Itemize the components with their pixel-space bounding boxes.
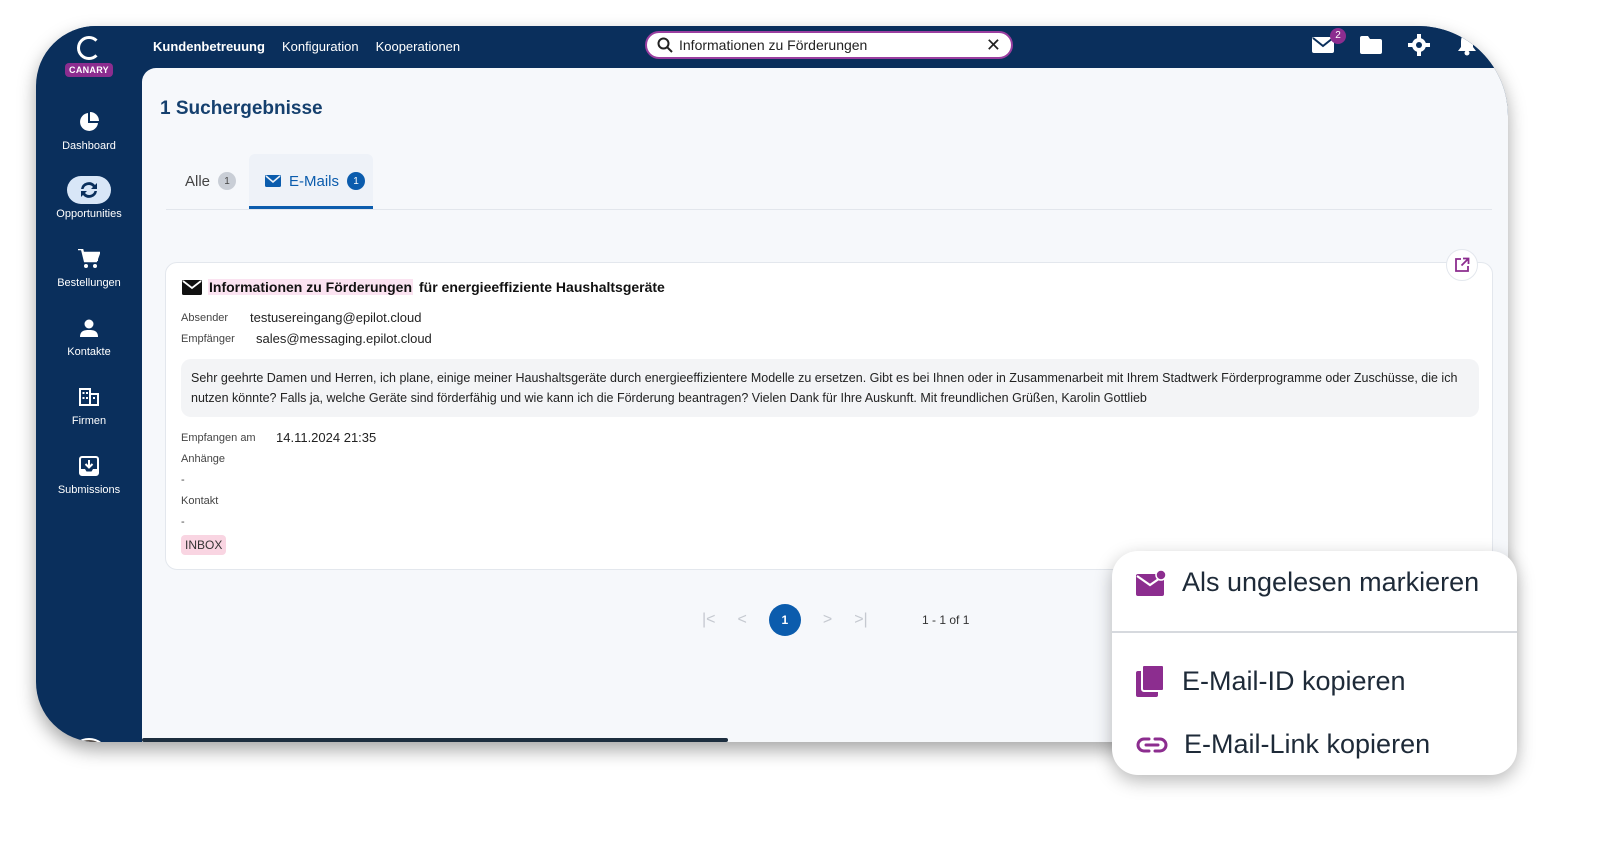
- mark-unread-icon: [1136, 569, 1166, 596]
- settings-button[interactable]: [1406, 32, 1432, 58]
- menu-item-mark-unread[interactable]: Als ungelesen markieren: [1136, 567, 1479, 598]
- clear-search-button[interactable]: ✕: [986, 36, 1001, 54]
- top-icons: 2: [1310, 28, 1480, 58]
- nav-item-kooperationen[interactable]: Kooperationen: [376, 39, 461, 54]
- mail-icon: [265, 175, 281, 187]
- inbox-download-icon: [79, 456, 99, 476]
- sender-value: testusereingang@epilot.cloud: [250, 310, 422, 325]
- menu-item-copy-email-id[interactable]: E-Mail-ID kopieren: [1136, 665, 1406, 697]
- sidebar-item-firmen[interactable]: Firmen: [36, 383, 142, 427]
- folder-icon: [1360, 36, 1382, 54]
- prev-page-button[interactable]: <: [738, 611, 747, 629]
- search-icon: [657, 37, 673, 53]
- tab-count-badge: 1: [218, 172, 237, 190]
- avatar[interactable]: [69, 738, 109, 742]
- recipient-label: Empfänger: [181, 333, 235, 345]
- tab-alle[interactable]: Alle 1: [185, 172, 237, 190]
- mail-icon: [182, 279, 202, 295]
- sender-label: Absender: [181, 312, 229, 324]
- notifications-button[interactable]: [1454, 32, 1480, 58]
- search-box: ✕: [645, 31, 1013, 59]
- link-icon: [1136, 737, 1168, 752]
- inbox-tag: INBOX: [181, 535, 227, 555]
- pagination-range: 1 - 1 of 1: [922, 613, 970, 627]
- cart-icon: [78, 249, 100, 268]
- folder-button[interactable]: [1358, 32, 1384, 58]
- top-bar: CANARY Kundenbetreuung Konfiguration Koo…: [36, 26, 1508, 77]
- subject-highlight: Informationen zu Förderungen: [208, 279, 413, 295]
- person-icon: [80, 319, 98, 337]
- sidebar-item-label: Opportunities: [56, 208, 122, 220]
- contact-label: Kontakt: [181, 495, 219, 507]
- recipient-value: sales@messaging.epilot.cloud: [256, 331, 432, 346]
- sidebar-item-bestellungen[interactable]: Bestellungen: [36, 245, 142, 289]
- email-subject[interactable]: Informationen zu Förderungen für energie…: [182, 279, 665, 295]
- sidebar-item-label: Submissions: [57, 484, 121, 496]
- nav-item-kundenbetreuung[interactable]: Kundenbetreuung: [153, 39, 265, 54]
- open-external-button[interactable]: [1446, 249, 1478, 281]
- email-result-card[interactable]: Informationen zu Förderungen für energie…: [165, 249, 1493, 570]
- page-title: 1 Suchergebnisse: [160, 98, 323, 119]
- next-page-button[interactable]: >: [823, 611, 832, 629]
- sidebar-item-label: Firmen: [71, 415, 107, 427]
- subject-rest: für energieeffiziente Haushaltsgeräte: [419, 279, 665, 295]
- top-navigation: Kundenbetreuung Konfiguration Kooperatio…: [153, 39, 460, 54]
- tab-count-badge: 1: [347, 172, 366, 190]
- mail-count-badge: 2: [1330, 28, 1346, 44]
- menu-item-label: E-Mail-Link kopieren: [1184, 729, 1431, 759]
- pagination: |< < 1 > >|: [702, 604, 868, 636]
- attachments-value: -: [181, 474, 185, 486]
- active-tab-indicator: [249, 206, 373, 209]
- email-body-preview: Sehr geehrte Damen und Herren, ich plane…: [181, 359, 1479, 417]
- sidebar-item-submissions[interactable]: Submissions: [36, 452, 142, 496]
- open-in-new-icon: [1455, 257, 1470, 272]
- tab-label: E-Mails: [289, 172, 340, 190]
- tab-label: Alle: [185, 172, 211, 190]
- building-icon: [79, 388, 99, 406]
- received-value: 14.11.2024 21:35: [276, 430, 377, 445]
- sidebar-item-kontakte[interactable]: Kontakte: [36, 314, 142, 358]
- sidebar-item-opportunities[interactable]: Opportunities: [36, 176, 142, 220]
- menu-item-copy-email-link[interactable]: E-Mail-Link kopieren: [1136, 729, 1430, 760]
- sidebar-item-label: Kontakte: [67, 346, 111, 358]
- gear-icon: [1408, 34, 1430, 56]
- copy-icon: [1136, 665, 1165, 697]
- bell-icon: [1458, 34, 1476, 56]
- tab-e-mails[interactable]: E-Mails 1: [265, 172, 366, 190]
- horizontal-scrollbar[interactable]: [142, 738, 728, 742]
- nav-item-konfiguration[interactable]: Konfiguration: [282, 39, 359, 54]
- brand-logo-icon: [77, 36, 101, 60]
- sidebar-item-label: Dashboard: [62, 140, 116, 152]
- sync-icon: [81, 182, 97, 198]
- result-tabs: Alle 1 E-Mails 1: [166, 154, 1492, 210]
- menu-divider: [1112, 631, 1517, 633]
- attachments-label: Anhänge: [181, 453, 226, 465]
- sidebar: Dashboard Opportunities Bestellungen Kon…: [36, 68, 142, 742]
- mail-button[interactable]: 2: [1310, 28, 1346, 58]
- last-page-button[interactable]: >|: [854, 611, 868, 629]
- current-page[interactable]: 1: [768, 604, 801, 636]
- received-label: Empfangen am: [181, 432, 256, 444]
- pie-chart-icon: [80, 112, 99, 131]
- contact-value: -: [181, 516, 185, 528]
- email-context-menu: Als ungelesen markieren E-Mail-ID kopier…: [1112, 551, 1517, 775]
- menu-item-label: E-Mail-ID kopieren: [1182, 665, 1406, 696]
- first-page-button[interactable]: |<: [702, 611, 716, 629]
- sidebar-item-label: Bestellungen: [57, 277, 121, 289]
- menu-item-label: Als ungelesen markieren: [1182, 567, 1480, 597]
- search-input[interactable]: [679, 37, 986, 53]
- sidebar-item-dashboard[interactable]: Dashboard: [36, 108, 142, 152]
